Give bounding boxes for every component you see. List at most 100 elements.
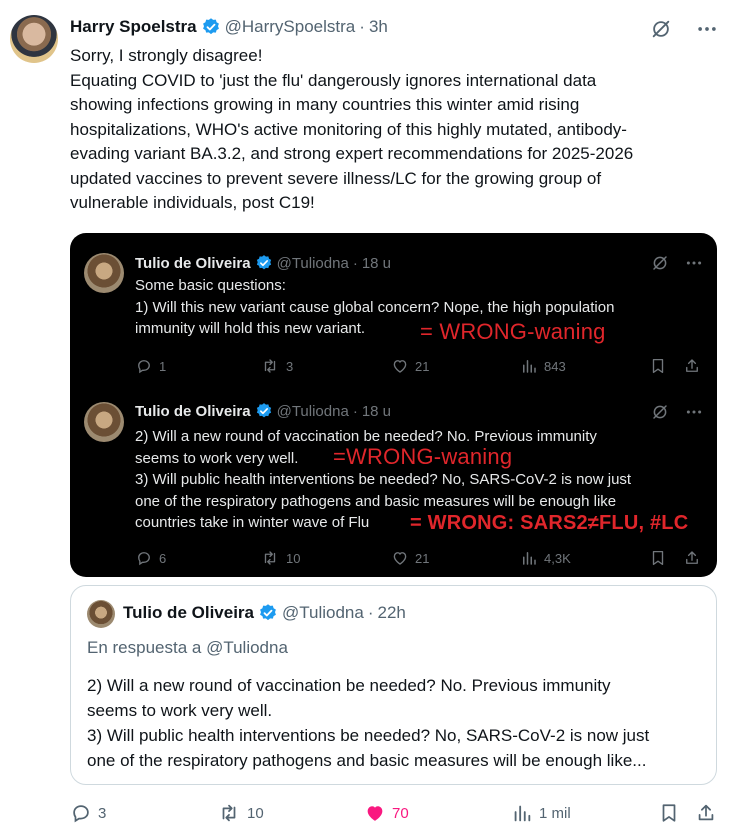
embedded-time: 18 u — [361, 402, 392, 420]
reply-icon — [138, 552, 150, 566]
embedded-like: 21 — [391, 357, 429, 375]
like-count: 70 — [392, 804, 409, 822]
share-icon — [698, 804, 714, 821]
embedded-share — [683, 357, 701, 375]
embedded-avatar — [84, 253, 124, 293]
like-count: 21 — [415, 550, 430, 566]
quoted-avatar — [87, 600, 115, 628]
embedded-author-name: Tulio de Oliveira — [135, 402, 251, 420]
quoted-text: 2) Will a new round of vaccination be ne… — [87, 673, 649, 773]
separator-dot: · — [367, 603, 374, 622]
verified-badge-icon — [256, 403, 271, 418]
tweet-line: hospitalizations, WHO's active monitorin… — [70, 119, 627, 139]
embedded-like: 21 — [391, 549, 429, 567]
bookmark-icon — [652, 358, 664, 374]
share-button[interactable] — [695, 802, 717, 824]
grok-icon — [653, 405, 667, 419]
quoted-header: Tulio de Oliveira @Tuliodna · 22h — [123, 603, 406, 623]
bookmark-button[interactable] — [658, 802, 680, 824]
repost-count: 10 — [286, 550, 301, 566]
embedded-line: 3) Will public health interventions be n… — [135, 471, 632, 488]
reply-count: 3 — [98, 804, 107, 822]
embedded-top-icons — [651, 254, 703, 272]
heart-icon — [393, 552, 407, 565]
verified-badge-icon — [256, 255, 271, 270]
embedded-avatar — [84, 402, 124, 442]
embedded-share — [683, 549, 701, 567]
verified-badge-icon — [202, 18, 219, 35]
reply-count: 1 — [159, 358, 167, 374]
quoted-line: seems to work very well. — [87, 701, 273, 720]
embedded-bookmark — [649, 357, 667, 375]
views-icon — [514, 805, 531, 822]
embedded-line: 1) Will this new variant cause global co… — [135, 298, 615, 316]
repost-button[interactable]: 10 — [217, 802, 264, 824]
author-handle[interactable]: @HarrySpoelstra — [225, 17, 356, 37]
repost-count: 3 — [286, 358, 294, 374]
tweet-time[interactable]: 3h — [369, 17, 388, 37]
tweet-text: Sorry, I strongly disagree! Equating COV… — [70, 44, 730, 216]
embedded-repost: 3 — [260, 357, 293, 375]
views-count: 4,3K — [544, 550, 571, 566]
embedded-time: 18 u — [361, 254, 392, 272]
views-icon — [523, 360, 536, 373]
embedded-line: one of the respiratory pathogens and bas… — [135, 492, 617, 510]
repost-icon — [222, 804, 236, 822]
quoted-line: 2) Will a new round of vaccination be ne… — [87, 676, 611, 695]
embedded-views: 843 — [520, 357, 566, 375]
embedded-views: 4,3K — [520, 549, 571, 567]
quoted-line: 3) Will public health interventions be n… — [87, 726, 650, 745]
embedded-header: Tulio de Oliveira @Tuliodna · 18 u — [135, 402, 391, 420]
bookmark-icon — [662, 804, 676, 822]
quoted-handle: @Tuliodna — [282, 603, 364, 622]
grok-icon[interactable] — [650, 18, 672, 40]
tweet-line: vulnerable individuals, post C19! — [70, 193, 315, 212]
embedded-line: Some basic questions: — [135, 277, 286, 294]
reply-button[interactable]: 3 — [70, 802, 106, 824]
tweet-action-bar: 3 10 70 1 mil — [70, 802, 730, 826]
tweet-line: Sorry, I strongly disagree! — [70, 46, 263, 65]
quoted-tweet[interactable]: Tulio de Oliveira @Tuliodna · 22h En res… — [70, 585, 717, 785]
more-options-icon — [686, 410, 702, 414]
embedded-bookmark — [649, 549, 667, 567]
embedded-repost: 10 — [260, 549, 300, 567]
reply-icon — [138, 360, 150, 374]
share-icon — [686, 359, 698, 372]
views-count: 1 mil — [539, 804, 571, 822]
red-annotation: = WRONG: SARS2≠FLU, #LC — [410, 512, 689, 534]
tweet-line: evading variant BA.3.2, and strong exper… — [70, 144, 634, 163]
share-icon — [686, 551, 698, 564]
grok-icon — [653, 256, 667, 270]
tweet-line: updated vaccines to prevent severe illne… — [70, 168, 602, 188]
reply-context: En respuesta a @Tuliodna — [87, 638, 288, 657]
quoted-author-name: Tulio de Oliveira — [123, 603, 254, 622]
embedded-actions: 6 10 21 4,3K — [135, 549, 705, 569]
separator-dot: · — [352, 254, 358, 272]
repost-count: 10 — [247, 804, 264, 822]
repost-icon — [264, 359, 276, 373]
views-button[interactable]: 1 mil — [511, 802, 571, 824]
embedded-reply: 6 — [135, 549, 166, 567]
heart-icon — [393, 360, 407, 373]
author-avatar[interactable] — [10, 15, 58, 63]
author-name[interactable]: Harry Spoelstra — [70, 17, 197, 37]
tweet-header: Harry Spoelstra @HarrySpoelstra · 3h — [70, 16, 388, 38]
reply-icon — [73, 805, 89, 823]
embedded-handle: @Tuliodna — [276, 254, 349, 272]
like-button[interactable]: 70 — [364, 802, 409, 824]
more-options-icon[interactable] — [696, 18, 718, 40]
like-count: 21 — [415, 358, 430, 374]
red-annotation: = WRONG-waning — [420, 319, 606, 344]
quoted-time: 22h — [377, 603, 406, 622]
tweet-line: Equating COVID to 'just the flu' dangero… — [70, 70, 597, 90]
embedded-header: Tulio de Oliveira @Tuliodna · 18 u — [135, 254, 391, 272]
tweet-top-actions — [650, 18, 718, 40]
attached-screenshot-image[interactable]: Tulio de Oliveira @Tuliodna · 18 u Some … — [70, 233, 717, 577]
quoted-line: one of the respiratory pathogens and bas… — [87, 751, 647, 770]
embedded-handle: @Tuliodna — [276, 402, 349, 420]
red-annotation: =WRONG-waning — [333, 444, 513, 469]
more-options-icon — [686, 261, 702, 265]
separator-dot: · — [359, 17, 365, 36]
embedded-actions: 1 3 21 843 — [135, 357, 705, 377]
embedded-reply: 1 — [135, 357, 166, 375]
